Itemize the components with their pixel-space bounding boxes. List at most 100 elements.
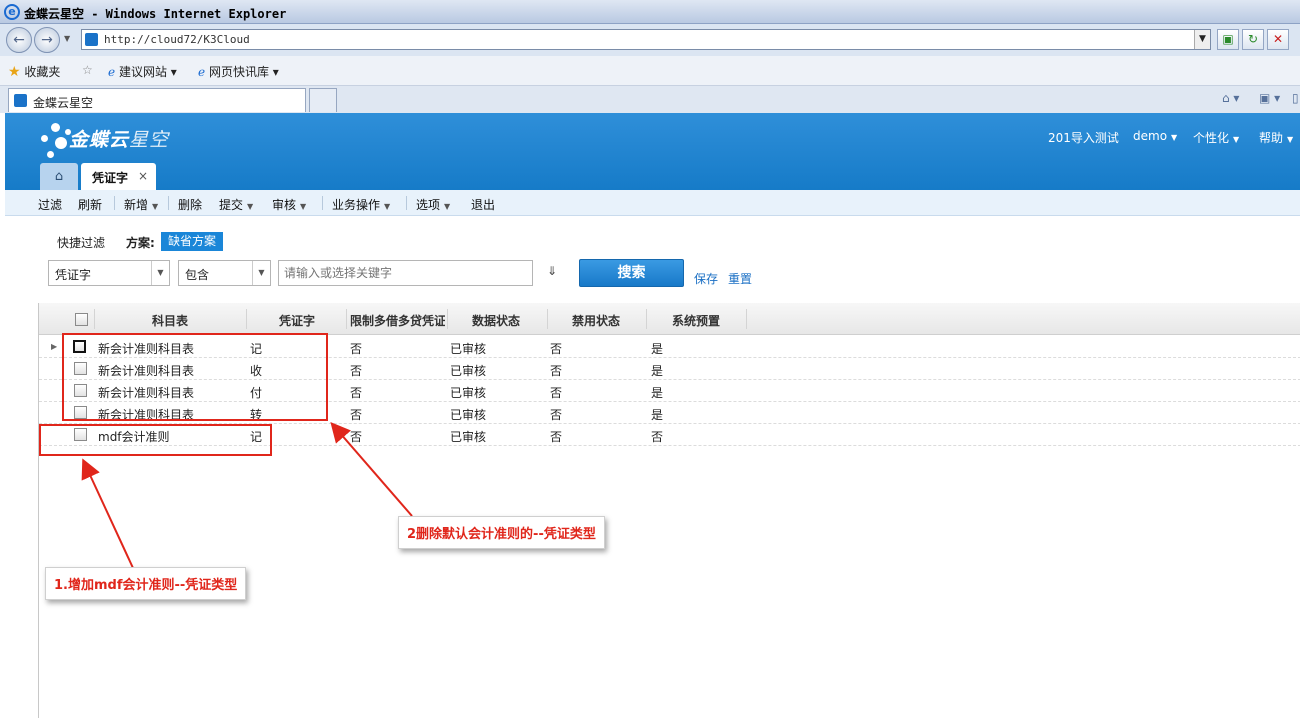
filter-operator-select[interactable]: 包含 ▼ — [178, 260, 271, 286]
refresh-button[interactable]: ↻ — [1242, 29, 1264, 50]
browser-tab-active[interactable]: 金蝶云星空 — [8, 88, 306, 112]
submit-label: 提交 — [219, 198, 244, 212]
audit-button[interactable]: 审核 ▼ — [272, 196, 306, 213]
filter-field-select[interactable]: 凭证字 ▼ — [48, 260, 170, 286]
favorites-bar: ★ 收藏夹 ☆ ℯ 建议网站 ▾ ℯ 网页快讯库 ▾ — [0, 56, 1300, 86]
delete-button[interactable]: 删除 — [178, 196, 202, 213]
browser-tab-bar: 金蝶云星空 ⌂ ▾ ▣ ▾ ▯ — [0, 86, 1300, 113]
chevron-down-icon: ▼ — [1171, 133, 1178, 142]
window-title: 金蝶云星空 - Windows Internet Explorer — [24, 7, 287, 21]
chevron-down-icon: ▼ — [1287, 135, 1294, 144]
home-tab[interactable]: ⌂ — [40, 163, 78, 190]
exit-button[interactable]: 退出 — [471, 196, 495, 213]
annotation-note-add-mdf: 1.增加mdf会计准则--凭证类型 — [45, 567, 247, 600]
col-limit-multi[interactable]: 限制多借多贷凭证 — [350, 312, 445, 329]
col-account-table[interactable]: 科目表 — [152, 312, 188, 329]
filter-operator-value: 包含 — [185, 268, 210, 282]
quick-filter-label: 快捷过滤 — [57, 236, 106, 250]
new-tab-button[interactable] — [309, 88, 337, 112]
scheme-label-text: 方案: — [126, 236, 155, 250]
personalize-label: 个性化 — [1193, 131, 1230, 145]
col-voucher-word[interactable]: 凭证字 — [279, 312, 315, 329]
fav-item-suggested[interactable]: ℯ 建议网站 ▾ — [108, 63, 177, 80]
save-scheme-link[interactable]: 保存 — [694, 270, 718, 287]
col-data-status[interactable]: 数据状态 — [472, 312, 520, 329]
back-button[interactable]: ← — [6, 27, 32, 53]
forward-button[interactable]: → — [34, 27, 60, 53]
cell-preset: 是 — [651, 386, 664, 400]
column-divider — [246, 309, 247, 329]
chevron-down-icon: ▼ — [247, 202, 254, 211]
close-tab-icon[interactable]: × — [138, 169, 148, 183]
cell-preset: 是 — [651, 408, 664, 422]
filter-field-value: 凭证字 — [55, 268, 92, 282]
new-label: 新增 — [124, 198, 149, 212]
select-all-checkbox[interactable] — [75, 313, 88, 326]
logo-main: 金蝶云 — [69, 129, 130, 151]
cell-disabled: 否 — [550, 430, 563, 444]
header-link-org[interactable]: 201导入测试 — [1048, 129, 1119, 146]
expand-filter-icon[interactable]: ⇓ — [547, 264, 557, 278]
new-button[interactable]: 新增 ▼ — [124, 196, 158, 213]
header-link-personalize[interactable]: 个性化 ▼ — [1193, 129, 1239, 146]
history-dropdown-icon[interactable]: ▼ — [64, 34, 70, 43]
kingdee-logo-icon — [41, 123, 71, 159]
user-label: demo — [1133, 129, 1168, 143]
help-label: 帮助 — [1259, 131, 1284, 145]
cell-limit: 否 — [350, 342, 363, 356]
cell-limit: 否 — [350, 364, 363, 378]
stop-button[interactable]: ✕ — [1267, 29, 1289, 50]
app-logo-text: 金蝶云星空 — [69, 125, 169, 152]
favorites-button[interactable]: ★ 收藏夹 — [8, 63, 60, 80]
cell-data-status: 已审核 — [450, 430, 487, 444]
header-link-help[interactable]: 帮助 ▼ — [1259, 129, 1293, 146]
cell-disabled: 否 — [550, 364, 563, 378]
column-divider — [447, 309, 448, 329]
cell-disabled: 否 — [550, 342, 563, 356]
toolbar-divider — [168, 196, 169, 210]
chevron-down-icon[interactable]: ▼ — [252, 261, 270, 285]
refresh-list-button[interactable]: 刷新 — [78, 196, 102, 213]
reset-link[interactable]: 重置 — [728, 270, 752, 287]
business-ops-button[interactable]: 业务操作 ▼ — [332, 196, 390, 213]
column-divider — [547, 309, 548, 329]
home-icon: ⌂ — [54, 169, 64, 184]
chevron-down-icon: ▼ — [444, 202, 451, 211]
cell-preset: 是 — [651, 342, 664, 356]
chevron-down-icon: ▼ — [1233, 135, 1240, 144]
cell-data-status: 已审核 — [450, 342, 487, 356]
ie-page-icon: ℯ — [198, 65, 206, 79]
add-favorite-icon[interactable]: ☆ — [82, 63, 93, 77]
home-icon[interactable]: ⌂ ▾ — [1222, 91, 1239, 105]
url-input[interactable]: http://cloud72/K3Cloud ▼ — [81, 29, 1211, 50]
address-bar-row: ← → ▼ http://cloud72/K3Cloud ▼ ▣ ↻ ✕ — [0, 24, 1300, 56]
command-toolbar: 过滤 刷新 新增 ▼ 删除 提交 ▼ 审核 ▼ 业务操作 ▼ 选项 ▼ 退出 — [5, 190, 1300, 216]
col-system-preset[interactable]: 系统预置 — [672, 312, 720, 329]
default-scheme-button[interactable]: 缺省方案 — [161, 232, 224, 251]
browser-tab-title: 金蝶云星空 — [33, 96, 94, 110]
chevron-down-icon[interactable]: ▼ — [151, 261, 169, 285]
tab-voucher-word[interactable]: 凭证字 × — [81, 163, 156, 190]
cell-preset: 否 — [651, 430, 664, 444]
compatibility-view-button[interactable]: ▣ — [1217, 29, 1239, 50]
submit-button[interactable]: 提交 ▼ — [219, 196, 253, 213]
keyword-input[interactable] — [278, 260, 533, 286]
fav-item-webslice[interactable]: ℯ 网页快讯库 ▾ — [198, 63, 279, 80]
fav-item-label: 网页快讯库 ▾ — [208, 65, 279, 79]
options-button[interactable]: 选项 ▼ — [416, 196, 450, 213]
fav-item-label: 建议网站 ▾ — [118, 65, 177, 79]
ie-logo-icon: e — [4, 4, 20, 20]
url-dropdown-button[interactable]: ▼ — [1194, 30, 1210, 49]
options-label: 选项 — [416, 198, 441, 212]
col-disabled-status[interactable]: 禁用状态 — [572, 312, 620, 329]
cell-limit: 否 — [350, 386, 363, 400]
logo-sub: 星空 — [129, 129, 170, 151]
print-icon[interactable]: ▯ — [1292, 91, 1299, 105]
app-header: 金蝶云星空 201导入测试 demo ▼ 个性化 ▼ 帮助 ▼ ⌂ 凭证字 × — [5, 113, 1300, 190]
star-icon: ★ — [8, 64, 21, 80]
header-link-user[interactable]: demo ▼ — [1133, 129, 1177, 143]
feeds-icon[interactable]: ▣ ▾ — [1259, 91, 1280, 105]
filter-button[interactable]: 过滤 — [38, 196, 62, 213]
search-button[interactable]: 搜索 — [579, 259, 684, 287]
grid-header: 科目表 凭证字 限制多借多贷凭证 数据状态 禁用状态 系统预置 — [39, 303, 1300, 335]
